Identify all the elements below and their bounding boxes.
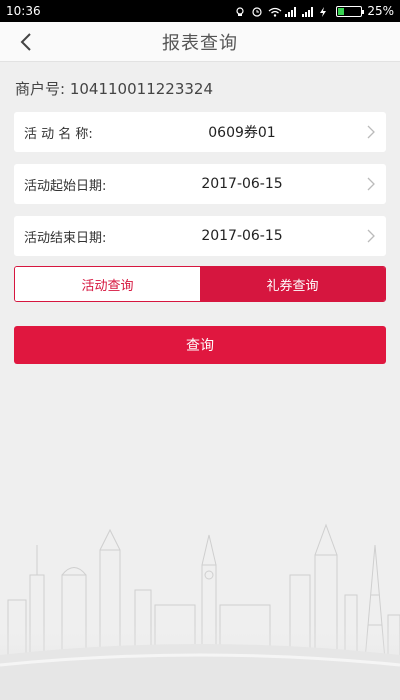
charging-icon (319, 6, 331, 17)
end-date-row[interactable]: 活动结束日期: 2017-06-15 (14, 216, 386, 256)
chevron-right-icon (367, 125, 375, 139)
chevron-right-icon (367, 177, 375, 191)
end-date-label: 活动结束日期: (24, 230, 107, 246)
end-date-value: 2017-06-15 (201, 228, 283, 244)
start-date-row[interactable]: 活动起始日期: 2017-06-15 (14, 164, 386, 204)
merchant-id: 商户号: 104110011223324 (15, 78, 213, 99)
page-title: 报表查询 (162, 32, 238, 54)
status-time: 10:36 (6, 4, 41, 18)
chevron-right-icon (367, 229, 375, 243)
signal-icon (285, 6, 297, 17)
battery-percent: 25% (367, 4, 394, 18)
query-button[interactable]: 查询 (14, 326, 386, 364)
activity-name-value: 0609券01 (208, 125, 276, 141)
city-skyline-illustration (0, 523, 400, 700)
alarm-icon (251, 6, 263, 17)
tab-coupon-query[interactable]: 礼券查询 (200, 267, 385, 301)
tab-activity-query[interactable]: 活动查询 (15, 267, 200, 301)
activity-name-row[interactable]: 活 动 名 称: 0609券01 (14, 112, 386, 152)
signal-icon-2 (302, 6, 314, 17)
query-type-tabs: 活动查询 礼券查询 (14, 266, 386, 302)
merchant-label: 商户号: (15, 80, 66, 98)
status-icons: 25% (234, 4, 394, 18)
bell-icon (234, 6, 246, 16)
nav-bar: 报表查询 (0, 22, 400, 62)
back-button[interactable] (14, 30, 38, 54)
start-date-label: 活动起始日期: (24, 178, 107, 194)
battery-icon (336, 5, 365, 17)
back-arrow-icon (20, 33, 31, 51)
activity-name-label: 活 动 名 称: (24, 126, 93, 142)
merchant-value: 104110011223324 (69, 80, 213, 98)
status-bar: 10:36 25% (0, 0, 400, 22)
wifi-icon (268, 6, 282, 17)
start-date-value: 2017-06-15 (201, 176, 283, 192)
